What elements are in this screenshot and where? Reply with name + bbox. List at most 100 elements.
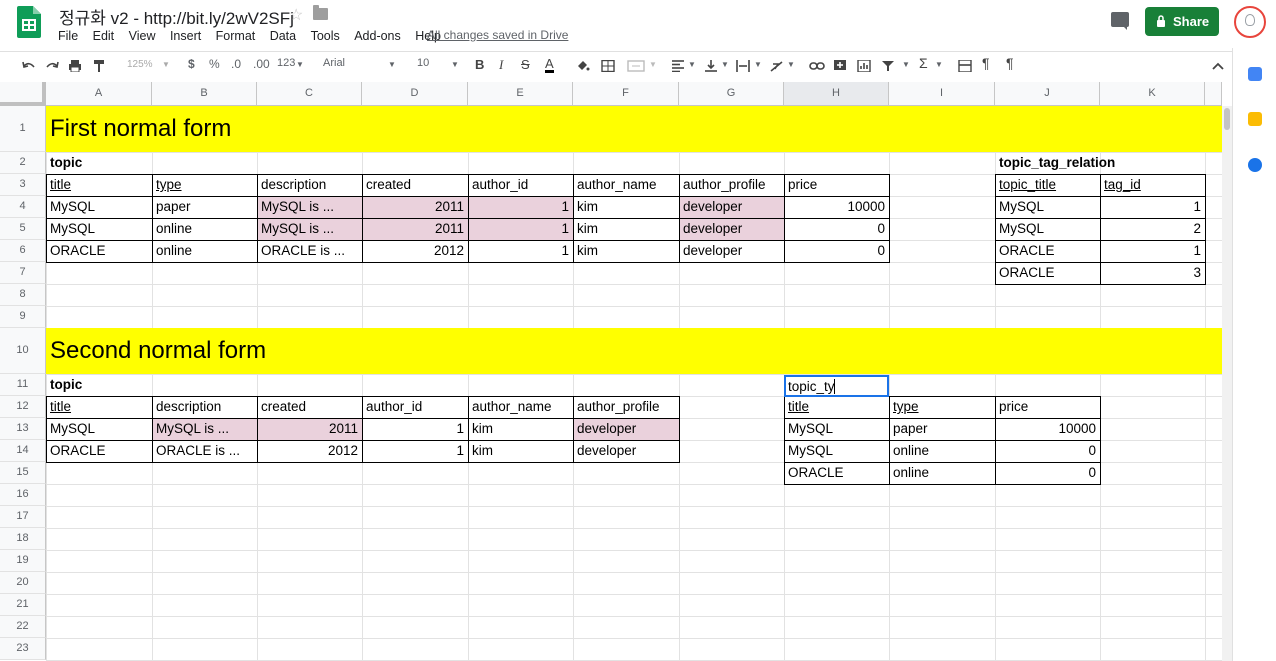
borders-icon[interactable] [601,60,615,72]
column-header-f[interactable]: F [573,82,679,106]
table-cell[interactable]: ORACLE is ... [153,440,256,462]
table-cell[interactable]: 2011 [363,196,467,218]
column-header-i[interactable]: I [889,82,995,106]
table-cell[interactable]: developer [680,196,783,218]
table-cell[interactable]: kim [469,440,572,462]
table-cell[interactable]: online [153,240,256,262]
row-header-4[interactable]: 4 [0,196,46,218]
undo-icon[interactable] [22,60,36,72]
table-label[interactable]: topic [47,374,151,396]
vertical-scrollbar[interactable] [1222,106,1232,661]
menu-format[interactable]: Format [216,29,256,43]
bold-icon[interactable]: B [475,57,484,72]
table-header[interactable]: author_id [469,174,572,196]
table-cell[interactable]: developer [574,440,678,462]
table-header[interactable]: title [785,396,888,418]
row-header-2[interactable]: 2 [0,152,46,174]
table-cell[interactable]: 0 [996,462,1099,484]
document-title[interactable]: 정규화 v2 - http://bit.ly/2wV2SFj [59,4,294,29]
table-cell[interactable]: paper [153,196,256,218]
h-align-dropdown-icon[interactable]: ▼ [688,60,696,69]
menu-insert[interactable]: Insert [170,29,201,43]
table-cell[interactable]: 1 [469,196,572,218]
insert-link-icon[interactable] [809,60,825,72]
menu-view[interactable]: View [129,29,156,43]
table-cell[interactable]: 0 [785,240,888,262]
ltr-text-icon[interactable]: ¶ [982,55,990,71]
column-header-b[interactable]: B [152,82,257,106]
table-cell[interactable]: 2 [1101,218,1204,240]
section-title[interactable]: Second normal form [47,328,678,374]
table-cell[interactable]: 1 [1101,240,1204,262]
row-header-8[interactable]: 8 [0,284,46,306]
table-cell[interactable]: 1 [363,418,467,440]
table-header[interactable]: author_profile [574,396,678,418]
row-header-9[interactable]: 9 [0,306,46,328]
comment-icon[interactable] [1111,12,1129,30]
table-cell[interactable]: MySQL [785,440,888,462]
table-cell[interactable]: online [890,440,994,462]
folder-icon[interactable] [313,5,328,20]
table-header[interactable]: description [258,174,361,196]
column-header-a[interactable]: A [46,82,152,106]
text-rotation-icon[interactable] [770,60,784,72]
table-cell[interactable]: MySQL [785,418,888,440]
table-cell[interactable]: developer [680,218,783,240]
table-header[interactable]: tag_id [1101,174,1204,196]
fill-color-icon[interactable] [576,60,590,72]
table-cell[interactable]: 2012 [258,440,361,462]
row-header-3[interactable]: 3 [0,174,46,196]
table-cell[interactable]: MySQL [996,218,1099,240]
currency-format-button[interactable]: $ [188,57,195,71]
print-icon[interactable] [68,60,82,72]
merge-dropdown-icon[interactable]: ▼ [649,60,657,69]
text-color-icon[interactable]: A [545,57,554,73]
table-cell[interactable]: 0 [785,218,888,240]
table-header[interactable]: title [47,396,151,418]
table-header[interactable]: created [363,174,467,196]
table-label[interactable]: topic [47,152,151,174]
wrap-dropdown-icon[interactable]: ▼ [754,60,762,69]
italic-icon[interactable]: I [499,57,503,73]
star-icon[interactable]: ☆ [289,5,303,25]
more-formats-button[interactable]: 123 [277,57,295,69]
table-cell[interactable]: 1 [1101,196,1204,218]
redo-icon[interactable] [45,60,59,72]
row-header-12[interactable]: 12 [0,396,46,418]
row-header-13[interactable]: 13 [0,418,46,440]
table-header[interactable]: price [785,174,888,196]
font-dropdown-icon[interactable]: ▼ [388,60,396,69]
vertical-align-icon[interactable] [704,60,718,72]
menu-data[interactable]: Data [270,29,296,43]
table-header[interactable]: author_name [469,396,572,418]
table-cell[interactable]: 2011 [258,418,361,440]
table-cell[interactable]: kim [574,196,678,218]
table-header[interactable]: created [258,396,361,418]
menu-file[interactable]: File [58,29,78,43]
decrease-decimals-button[interactable]: .0 [231,57,241,71]
zoom-select[interactable]: 125% [127,59,153,70]
row-header-7[interactable]: 7 [0,262,46,284]
table-cell[interactable]: MySQL [47,196,151,218]
rtl-text-icon[interactable]: ¶ [1006,55,1014,71]
table-cell[interactable]: ORACLE [996,240,1099,262]
sheets-logo-icon[interactable] [17,6,41,38]
freeze-icon[interactable] [958,60,972,72]
table-header[interactable]: description [153,396,256,418]
column-header-h[interactable]: H [784,82,889,106]
table-cell[interactable]: 1 [469,218,572,240]
row-header-16[interactable]: 16 [0,484,46,506]
table-cell[interactable]: kim [574,240,678,262]
more-formats-dropdown-icon[interactable]: ▼ [296,60,304,69]
font-select[interactable]: Arial [323,57,345,69]
menu-addons[interactable]: Add-ons [354,29,401,43]
table-cell[interactable]: MySQL [47,218,151,240]
table-header[interactable]: type [890,396,994,418]
column-header-j[interactable]: J [995,82,1100,106]
table-cell[interactable]: paper [890,418,994,440]
percent-format-button[interactable]: % [209,57,220,71]
table-cell[interactable]: 10000 [996,418,1099,440]
table-cell[interactable]: 3 [1101,262,1204,284]
row-header-18[interactable]: 18 [0,528,46,550]
table-header[interactable]: topic_title [996,174,1099,196]
